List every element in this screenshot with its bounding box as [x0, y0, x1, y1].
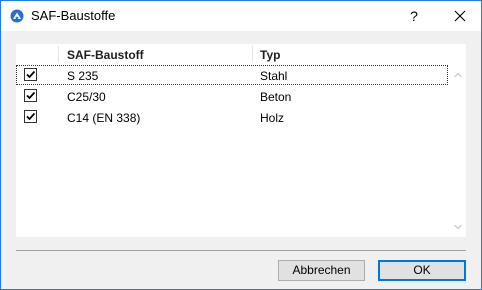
row-checkbox[interactable] — [24, 68, 37, 81]
material-name: C25/30 — [67, 90, 106, 104]
chevron-up-icon — [454, 72, 462, 78]
column-header-type[interactable]: Typ — [260, 48, 280, 62]
ok-button[interactable]: OK — [378, 260, 466, 281]
material-name: S 235 — [67, 69, 99, 83]
help-button[interactable]: ? — [397, 1, 431, 31]
header-separator — [58, 46, 59, 62]
title-bar: SAF-Baustoffe ? — [1, 1, 481, 31]
checkmark-icon — [26, 70, 36, 79]
material-type: Stahl — [260, 69, 288, 83]
chevron-down-icon — [454, 224, 462, 230]
material-list[interactable]: SAF-Baustoff Typ S 235 Stahl C25/30 Beto… — [16, 44, 466, 237]
list-row[interactable]: C25/30 Beton — [16, 86, 448, 106]
material-name: C14 (EN 338) — [67, 111, 141, 125]
list-row[interactable]: C14 (EN 338) Holz — [16, 107, 448, 127]
app-icon — [10, 9, 24, 23]
close-button[interactable] — [438, 1, 482, 31]
close-icon — [454, 10, 466, 22]
header-separator — [252, 46, 253, 62]
window-title: SAF-Baustoffe — [31, 8, 116, 23]
cancel-button[interactable]: Abbrechen — [278, 260, 365, 281]
checkmark-icon — [26, 112, 36, 121]
divider — [16, 250, 466, 251]
column-header-material[interactable]: SAF-Baustoff — [67, 48, 144, 62]
material-type: Beton — [260, 90, 292, 104]
scroll-up-button[interactable] — [452, 69, 464, 79]
checkmark-icon — [26, 91, 36, 100]
material-type: Holz — [260, 111, 285, 125]
row-checkbox[interactable] — [24, 110, 37, 123]
list-header: SAF-Baustoff Typ — [16, 44, 466, 64]
scroll-down-button[interactable] — [452, 221, 464, 231]
row-checkbox[interactable] — [24, 89, 37, 102]
list-row[interactable]: S 235 Stahl — [16, 65, 448, 85]
dialog-window: SAF-Baustoffe ? SAF-Baustoff Typ S 235 S… — [0, 0, 482, 290]
